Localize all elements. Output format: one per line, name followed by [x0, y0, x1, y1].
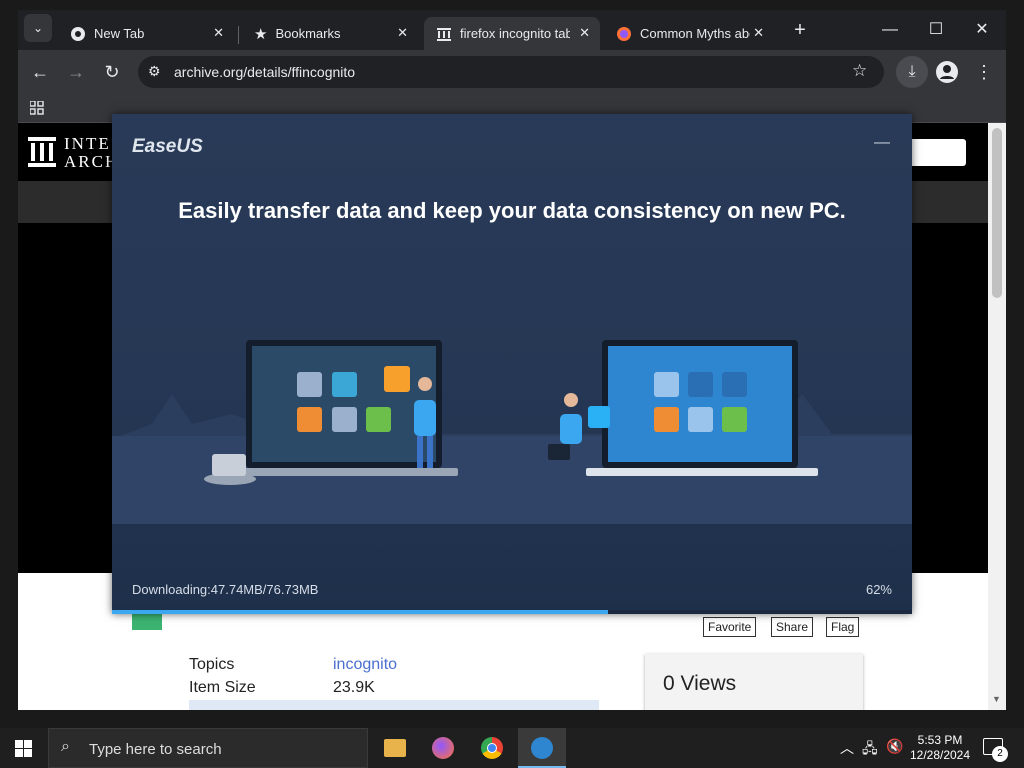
search-field[interactable]: [908, 139, 966, 166]
close-icon[interactable]: ✕: [753, 25, 764, 41]
tab-label: Common Myths abo: [640, 26, 750, 41]
download-progress-track: [112, 610, 912, 614]
flag-button[interactable]: Flag: [826, 617, 860, 637]
tab-search-chevron-icon[interactable]: ⌄: [24, 14, 52, 42]
windows-start-icon[interactable]: [15, 740, 32, 757]
download-percent: 62%: [865, 582, 892, 597]
meta-value-item-size: 23.9K: [333, 679, 375, 696]
tab-strip: ⌄ New Tab ✕ ★ Bookmarks ✕ firefox incogn…: [18, 10, 1006, 50]
installer-headline: Easily transfer data and keep your data …: [178, 198, 846, 223]
installer-minimize-icon[interactable]: —: [874, 134, 890, 152]
forward-arrow-icon[interactable]: →: [60, 56, 92, 88]
tab-new-tab[interactable]: New Tab ✕: [58, 17, 234, 50]
profile-avatar-icon[interactable]: [936, 61, 958, 83]
firefox-taskbar-icon[interactable]: [432, 737, 454, 759]
site-settings-icon[interactable]: ⚙: [148, 63, 161, 80]
clock[interactable]: 5:53 PM 12/28/2024: [906, 733, 974, 763]
tab-label: Bookmarks: [275, 26, 341, 41]
chrome-taskbar-icon[interactable]: [481, 737, 503, 759]
search-icon: ⌕: [61, 738, 70, 755]
url-text[interactable]: archive.org/details/ffincognito: [174, 64, 355, 80]
taskbar-search-box[interactable]: ⌕ Type here to search: [48, 728, 368, 768]
tab-separator: [238, 26, 239, 44]
file-explorer-icon[interactable]: [384, 739, 406, 757]
easeus-taskbar-icon: [531, 737, 553, 759]
download-progress-fill: [112, 610, 608, 614]
menu-kebab-icon[interactable]: ⋮: [968, 56, 1000, 88]
download-icon[interactable]: ⤓: [896, 56, 928, 88]
bookmark-star-icon[interactable]: ☆: [852, 61, 867, 81]
scroll-down-icon[interactable]: ▼: [992, 694, 1001, 704]
ia-logo-icon[interactable]: [28, 137, 56, 167]
apps-grid-icon[interactable]: [30, 101, 44, 115]
tab-label: firefox incognito tab: [460, 26, 570, 41]
tab-common-myths[interactable]: Common Myths abo ✕: [604, 17, 774, 50]
minimize-icon[interactable]: —: [874, 14, 906, 46]
meta-key-topics: Topics: [189, 656, 235, 673]
window-close-icon[interactable]: ✕: [966, 14, 998, 46]
close-icon[interactable]: ✕: [397, 25, 408, 41]
chrome-icon: [71, 26, 85, 41]
transfer-illustration: [112, 340, 912, 524]
share-button[interactable]: Share: [771, 617, 814, 637]
easeus-logo: EaseUS: [132, 136, 203, 157]
clock-time: 5:53 PM: [917, 733, 963, 747]
network-icon[interactable]: 🖧: [862, 738, 878, 762]
tray-chevron-up-icon[interactable]: ︿: [840, 738, 854, 758]
taskbar-search-placeholder[interactable]: Type here to search: [89, 741, 222, 758]
clock-date: 12/28/2024: [909, 748, 971, 762]
address-bar[interactable]: ⚙ archive.org/details/ffincognito ☆: [138, 56, 884, 88]
description-box: [189, 700, 599, 710]
tab-label: New Tab: [94, 26, 145, 41]
archive-icon: [437, 27, 451, 41]
close-icon[interactable]: ✕: [213, 25, 224, 41]
back-arrow-icon[interactable]: ←: [24, 56, 56, 88]
maximize-icon[interactable]: ☐: [920, 14, 952, 46]
views-count: 0 Views: [663, 672, 737, 695]
close-icon[interactable]: ✕: [579, 25, 590, 41]
favorite-button[interactable]: Favorite: [703, 617, 757, 637]
tab-bookmarks[interactable]: ★ Bookmarks ✕: [242, 17, 418, 50]
taskbar: ⌕ Type here to search ︿ 🖧 🔇 5:53 PM 12/2…: [0, 728, 1024, 768]
scrollbar-thumb[interactable]: [992, 128, 1002, 298]
notification-count-badge: 2: [992, 746, 1008, 762]
ia-logo-text: ARCH: [64, 152, 120, 171]
firefox-icon: [617, 26, 631, 41]
tab-firefox-incognito[interactable]: firefox incognito tab ✕: [424, 17, 600, 50]
meta-key-item-size: Item Size: [189, 679, 256, 696]
download-status: Downloading:47.74MB/76.73MB: [132, 582, 319, 597]
volume-muted-icon[interactable]: 🔇: [886, 738, 903, 755]
easeus-installer-window: EaseUS — Easily transfer data and keep y…: [112, 114, 912, 614]
views-card: 0 Views: [645, 654, 863, 710]
reload-icon[interactable]: ↻: [96, 56, 128, 88]
easeus-taskbar-button[interactable]: [518, 728, 566, 768]
star-icon: ★: [254, 25, 268, 43]
new-tab-plus-icon[interactable]: +: [784, 14, 816, 46]
ia-logo-text: INTE: [64, 134, 111, 153]
meta-value-topics-link[interactable]: incognito: [333, 656, 397, 674]
toolbar: ← → ↻ ⚙ archive.org/details/ffincognito …: [18, 50, 1006, 94]
